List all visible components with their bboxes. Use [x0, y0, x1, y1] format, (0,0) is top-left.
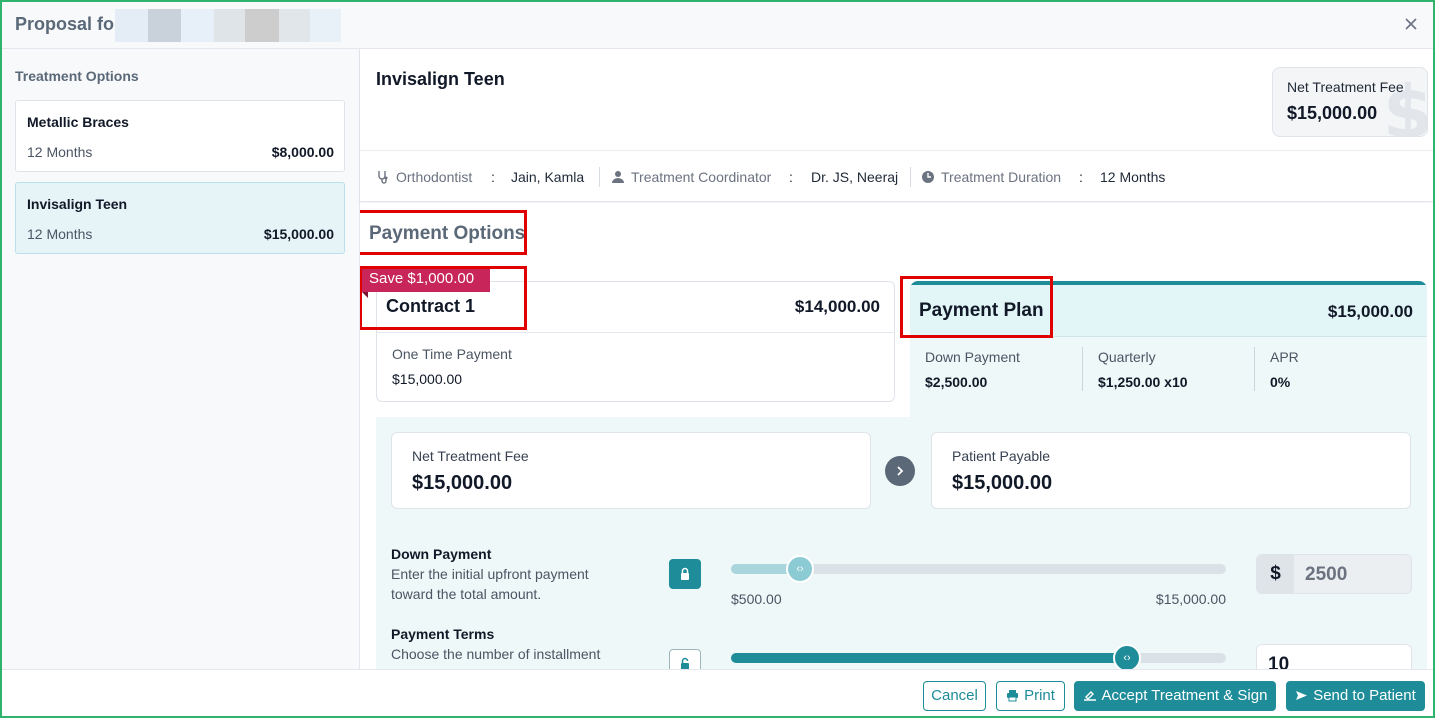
slider-fill: [731, 653, 1127, 663]
lock-icon: [681, 567, 689, 580]
payment-terms-desc: Choose the number of installment: [391, 646, 601, 662]
sidebar-heading: Treatment Options: [15, 68, 139, 84]
close-icon[interactable]: [1400, 14, 1422, 36]
print-button[interactable]: Print: [996, 681, 1065, 711]
info-separator: :: [491, 169, 495, 185]
net-treatment-fee-card: $ Net Treatment Fee $15,000.00: [1272, 67, 1428, 137]
coordinator-label: Treatment Coordinator: [611, 169, 771, 185]
plan-down-payment: Down Payment $2,500.00: [925, 349, 1020, 390]
printer-icon: [1007, 690, 1019, 702]
fee-card-label: Net Treatment Fee: [1287, 79, 1404, 95]
plan-divider: [1254, 347, 1255, 391]
orthodontist-label: Orthodontist: [376, 169, 472, 185]
treatment-summary: Invisalign Teen $ Net Treatment Fee $15,…: [360, 49, 1433, 202]
net-fee-value: $15,000.00: [412, 472, 513, 494]
proposal-modal: Proposal for Treatment Options Metallic …: [0, 0, 1435, 718]
option-duration: 12 Months: [27, 226, 93, 242]
signature-icon: [1083, 691, 1096, 701]
highlight-box: [360, 266, 527, 330]
treatment-info-row: Orthodontist : Jain, Kamla Treatment Coo…: [360, 150, 1433, 202]
option-name: Metallic Braces: [27, 114, 129, 130]
orthodontist-value: Jain, Kamla: [511, 169, 585, 185]
treatment-title: Invisalign Teen: [376, 69, 505, 89]
payment-terms-input[interactable]: 10: [1256, 644, 1412, 669]
down-payment-desc: Enter the initial upfront payment toward…: [391, 566, 589, 602]
net-fee-label: Net Treatment Fee: [412, 448, 529, 464]
payment-terms-value: 10: [1268, 654, 1290, 669]
contract-payment-type: One Time Payment: [392, 346, 512, 362]
option-duration: 12 Months: [27, 144, 93, 160]
clock-icon: [922, 171, 934, 183]
treatment-option-metallic-braces[interactable]: Metallic Braces 12 Months $8,000.00: [15, 100, 345, 172]
treatment-options-sidebar: Treatment Options Metallic Braces 12 Mon…: [2, 49, 360, 669]
plan-apr: APR 0%: [1270, 349, 1299, 390]
unlock-icon: [681, 657, 689, 669]
option-price: $8,000.00: [271, 144, 334, 160]
duration-value: 12 Months: [1100, 169, 1166, 185]
contract-price: $14,000.00: [794, 297, 880, 316]
cancel-button[interactable]: Cancel: [923, 681, 986, 711]
payable-value: $15,000.00: [952, 472, 1053, 494]
unlock-button[interactable]: [669, 649, 701, 669]
accept-treatment-sign-button[interactable]: Accept Treatment & Sign: [1074, 681, 1276, 711]
payable-label: Patient Payable: [952, 448, 1051, 464]
slider-min-label: $500.00: [731, 591, 782, 607]
payment-terms-title: Payment Terms: [391, 626, 495, 642]
chevron-right-icon: [885, 456, 915, 486]
option-price: $15,000.00: [263, 226, 334, 242]
send-to-patient-button[interactable]: Send to Patient: [1286, 681, 1425, 711]
info-divider: [599, 167, 600, 187]
modal-title: Proposal for: [15, 14, 122, 34]
payment-plan-price: $15,000.00: [1327, 302, 1413, 321]
info-divider: [910, 167, 911, 187]
highlight-box: [360, 210, 527, 255]
info-separator: :: [1079, 169, 1083, 185]
modal-header: Proposal for: [2, 2, 1433, 49]
stethoscope-icon: [378, 171, 388, 184]
highlight-box: [900, 276, 1053, 338]
down-payment-value: 2500: [1305, 564, 1348, 585]
duration-label: Treatment Duration: [921, 169, 1061, 185]
down-payment-input[interactable]: $ 2500: [1256, 554, 1412, 594]
down-payment-title: Down Payment: [391, 546, 492, 562]
net-treatment-fee-box: Net Treatment Fee $15,000.00: [391, 432, 871, 509]
treatment-option-invisalign-teen[interactable]: Invisalign Teen 12 Months $15,000.00: [15, 182, 345, 254]
person-icon: [612, 171, 624, 183]
payment-options-area: Payment Options Contract 1 $14,000.00 On…: [360, 203, 1433, 669]
plan-divider: [1082, 347, 1083, 391]
slider-max-label: $15,000.00: [1155, 591, 1226, 607]
patient-payable-box: Patient Payable $15,000.00: [931, 432, 1411, 509]
contract-payment-value: $15,000.00: [392, 371, 463, 387]
slider-thumb[interactable]: ‹›: [786, 555, 814, 583]
payment-plan-details: Net Treatment Fee $15,000.00 Patient Pay…: [376, 417, 1427, 669]
send-icon: [1296, 691, 1308, 700]
slider-thumb[interactable]: ‹›: [1113, 644, 1141, 669]
currency-prefix: $: [1257, 555, 1294, 593]
info-separator: :: [789, 169, 793, 185]
lock-button[interactable]: [669, 559, 701, 589]
payment-terms-slider[interactable]: [731, 653, 1226, 663]
fee-card-value: $15,000.00: [1287, 103, 1378, 123]
option-name: Invisalign Teen: [27, 196, 128, 212]
plan-quarterly: Quarterly $1,250.00 x10: [1098, 349, 1188, 390]
modal-footer: Cancel Print Accept Treatment & Sign Sen…: [2, 669, 1433, 716]
coordinator-value: Dr. JS, Neeraj: [811, 169, 899, 185]
